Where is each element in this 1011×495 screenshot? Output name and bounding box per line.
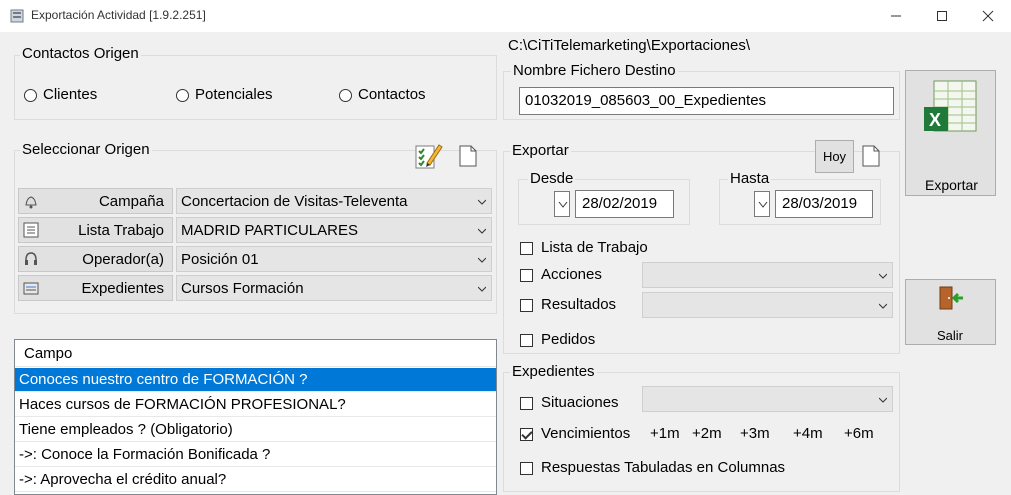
maximize-icon	[937, 11, 947, 21]
hasta-dropdown-button[interactable]	[754, 191, 770, 217]
campana-button[interactable]: Campaña	[18, 188, 173, 214]
list-item[interactable]: Tiene empleados ? (Obligatorio)	[15, 418, 496, 442]
resultados-checkbox[interactable]: Resultados	[520, 296, 616, 313]
window-title: Exportación Actividad [1.9.2.251]	[31, 8, 206, 22]
document-icon	[862, 145, 880, 167]
chevron-down-icon	[478, 286, 486, 292]
desde-legend: Desde	[528, 170, 576, 187]
operador-combo[interactable]: Posición 01	[176, 246, 492, 272]
hasta-date-input[interactable]: 28/03/2019	[775, 190, 873, 218]
edit-checklist-icon	[415, 144, 443, 169]
exportar-legend: Exportar	[510, 142, 571, 159]
app-icon	[10, 9, 24, 23]
checkbox-box	[520, 396, 533, 410]
list-item[interactable]: Haces cursos de FORMACIÓN PROFESIONAL?	[15, 393, 496, 417]
vencimiento-plus-3m[interactable]: +3m	[740, 425, 770, 442]
radio-circle	[24, 88, 37, 102]
radio-circle	[339, 88, 352, 102]
checkbox-box	[520, 333, 533, 347]
minimize-icon	[891, 15, 901, 17]
close-button[interactable]	[965, 0, 1011, 32]
radio-clientes[interactable]: Clientes	[24, 86, 97, 103]
document-icon	[459, 145, 477, 167]
contactos-origen-legend: Contactos Origen	[20, 45, 141, 62]
expedientes-button[interactable]: Expedientes	[18, 275, 173, 301]
exportar-label: Exportar	[925, 177, 978, 193]
headset-icon	[25, 252, 37, 265]
lista-trabajo-combo[interactable]: MADRID PARTICULARES	[176, 217, 492, 243]
excel-icon: X	[924, 80, 977, 132]
checkbox-box	[520, 241, 533, 255]
maximize-button[interactable]	[919, 0, 965, 32]
minimize-button[interactable]	[873, 0, 919, 32]
expedientes-legend: Expedientes	[510, 363, 597, 380]
new-document-button[interactable]	[459, 145, 477, 171]
chevron-down-icon	[558, 201, 568, 208]
campo-list[interactable]: Campo Conoces nuestro centro de FORMACIÓ…	[14, 339, 497, 495]
checkbox-box	[520, 268, 533, 282]
campana-combo[interactable]: Concertacion de Visitas-Televenta	[176, 188, 492, 214]
nombre-fichero-input[interactable]: 01032019_085603_00_Expedientes	[519, 87, 894, 115]
radio-circle	[176, 88, 189, 102]
bell-icon	[25, 196, 37, 209]
vencimiento-plus-1m[interactable]: +1m	[650, 425, 680, 442]
respuestas-tabuladas-checkbox[interactable]: Respuestas Tabuladas en Columnas	[520, 459, 785, 476]
desde-date-input[interactable]: 28/02/2019	[575, 190, 674, 218]
checkbox-box	[520, 461, 533, 475]
checkbox-box-checked	[520, 427, 533, 441]
acciones-combo[interactable]	[642, 262, 893, 288]
situaciones-combo[interactable]	[642, 386, 893, 412]
acciones-checkbox[interactable]: Acciones	[520, 266, 602, 283]
hasta-legend: Hasta	[728, 170, 772, 187]
exportar-button[interactable]: X Exportar	[905, 70, 996, 196]
expedientes-combo[interactable]: Cursos Formación	[176, 275, 492, 301]
seleccionar-origen-legend: Seleccionar Origen	[20, 141, 152, 158]
chevron-down-icon	[478, 228, 486, 234]
chevron-down-icon	[478, 199, 486, 205]
title-bar: Exportación Actividad [1.9.2.251]	[0, 0, 1011, 32]
exit-door-icon	[939, 286, 963, 310]
list-item[interactable]: Conoces nuestro centro de FORMACIÓN ?	[15, 368, 496, 392]
reset-dates-button[interactable]	[862, 145, 880, 171]
chevron-down-icon	[879, 273, 887, 279]
folder-icon	[23, 282, 39, 295]
close-icon	[982, 10, 994, 22]
nombre-fichero-legend: Nombre Fichero Destino	[511, 62, 678, 79]
vencimiento-plus-4m[interactable]: +4m	[793, 425, 823, 442]
chevron-down-icon	[478, 257, 486, 263]
edit-checklist-button[interactable]	[413, 141, 443, 171]
radio-potenciales[interactable]: Potenciales	[176, 86, 273, 103]
situaciones-checkbox[interactable]: Situaciones	[520, 394, 619, 411]
pedidos-checkbox[interactable]: Pedidos	[520, 331, 595, 348]
vencimientos-checkbox[interactable]: Vencimientos	[520, 425, 630, 442]
hoy-button[interactable]: Hoy	[815, 140, 854, 173]
list-header[interactable]: Campo	[15, 340, 496, 367]
chevron-down-icon	[758, 201, 768, 208]
desde-dropdown-button[interactable]	[554, 191, 570, 217]
checkbox-box	[520, 298, 533, 312]
salir-button[interactable]: Salir	[905, 279, 996, 345]
list-icon	[23, 222, 39, 238]
chevron-down-icon	[879, 303, 887, 309]
list-item[interactable]: ->: Aprovecha el crédito anual?	[15, 468, 496, 492]
vencimiento-plus-6m[interactable]: +6m	[844, 425, 874, 442]
resultados-combo[interactable]	[642, 292, 893, 318]
export-path-label: C:\CiTiTelemarketing\Exportaciones\	[508, 37, 751, 54]
salir-label: Salir	[937, 328, 964, 343]
radio-contactos[interactable]: Contactos	[339, 86, 426, 103]
operador-button[interactable]: Operador(a)	[18, 246, 173, 272]
svg-text:X: X	[929, 110, 941, 130]
lista-trabajo-checkbox[interactable]: Lista de Trabajo	[520, 239, 648, 256]
lista-trabajo-button[interactable]: Lista Trabajo	[18, 217, 173, 243]
chevron-down-icon	[879, 397, 887, 403]
list-item[interactable]: ->: Conoce la Formación Bonificada ?	[15, 443, 496, 467]
vencimiento-plus-2m[interactable]: +2m	[692, 425, 722, 442]
